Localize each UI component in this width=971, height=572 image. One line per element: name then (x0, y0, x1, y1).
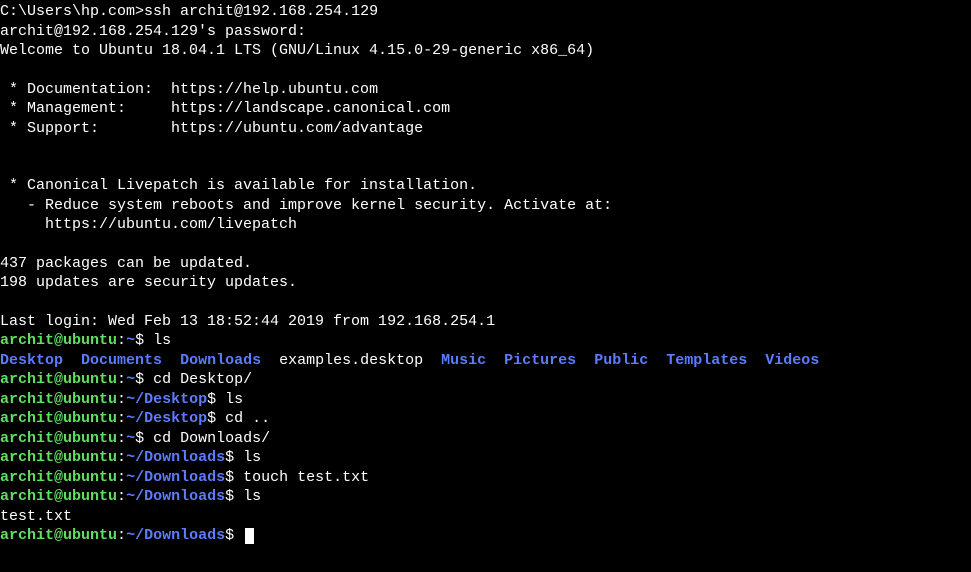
updates-line-1: 437 packages can be updated. (0, 254, 971, 274)
doc-line: * Documentation: https://help.ubuntu.com (0, 80, 971, 100)
blank-line (0, 61, 971, 80)
cmd-line-cd-desktop: archit@ubuntu:~$ cd Desktop/ (0, 370, 971, 390)
cmd-line-ls-desktop: archit@ubuntu:~/Desktop$ ls (0, 390, 971, 410)
active-prompt-line[interactable]: archit@ubuntu:~/Downloads$ (0, 526, 971, 546)
support-line: * Support: https://ubuntu.com/advantage (0, 119, 971, 139)
dir-desktop: Desktop (0, 352, 63, 369)
blank-line (0, 293, 971, 312)
livepatch-line-1: * Canonical Livepatch is available for i… (0, 176, 971, 196)
ssh-command: ssh archit@192.168.254.129 (144, 3, 378, 20)
cmd-line-cd-downloads: archit@ubuntu:~$ cd Downloads/ (0, 429, 971, 449)
cmd-line-ls-downloads-1: archit@ubuntu:~/Downloads$ ls (0, 448, 971, 468)
ls-output-home: Desktop Documents Downloads examples.des… (0, 351, 971, 371)
ls-command: ls (153, 332, 171, 349)
dir-music: Music (441, 352, 486, 369)
blank-line (0, 138, 971, 157)
ls-output-downloads: test.txt (0, 507, 971, 527)
touch-command: touch test.txt (243, 469, 369, 486)
blank-line (0, 157, 971, 176)
dir-pictures: Pictures (504, 352, 576, 369)
dir-public: Public (594, 352, 648, 369)
blank-line (0, 235, 971, 254)
mgmt-line: * Management: https://landscape.canonica… (0, 99, 971, 119)
cmd-line-cd-up: archit@ubuntu:~/Desktop$ cd .. (0, 409, 971, 429)
cmd-line-touch: archit@ubuntu:~/Downloads$ touch test.tx… (0, 468, 971, 488)
cd-command: cd Downloads/ (153, 430, 270, 447)
ls-command: ls (243, 488, 261, 505)
file-examples: examples.desktop (279, 352, 423, 369)
ls-command: ls (225, 391, 243, 408)
password-prompt-line: archit@192.168.254.129's password: (0, 22, 971, 42)
updates-line-2: 198 updates are security updates. (0, 273, 971, 293)
cursor-icon[interactable] (245, 528, 254, 544)
livepatch-line-3: https://ubuntu.com/livepatch (0, 215, 971, 235)
cmd-line-ssh: C:\Users\hp.com>ssh archit@192.168.254.1… (0, 2, 971, 22)
terminal-output[interactable]: C:\Users\hp.com>ssh archit@192.168.254.1… (0, 0, 971, 548)
last-login-line: Last login: Wed Feb 13 18:52:44 2019 fro… (0, 312, 971, 332)
cmd-line-ls-downloads-2: archit@ubuntu:~/Downloads$ ls (0, 487, 971, 507)
dir-templates: Templates (666, 352, 747, 369)
cmd-line-ls-home: archit@ubuntu:~$ ls (0, 331, 971, 351)
cd-command: cd Desktop/ (153, 371, 252, 388)
cd-command: cd .. (225, 410, 270, 427)
dir-videos: Videos (765, 352, 819, 369)
welcome-line: Welcome to Ubuntu 18.04.1 LTS (GNU/Linux… (0, 41, 971, 61)
ls-command: ls (243, 449, 261, 466)
windows-prompt: C:\Users\hp.com> (0, 3, 144, 20)
dir-documents: Documents (81, 352, 162, 369)
livepatch-line-2: - Reduce system reboots and improve kern… (0, 196, 971, 216)
dir-downloads: Downloads (180, 352, 261, 369)
